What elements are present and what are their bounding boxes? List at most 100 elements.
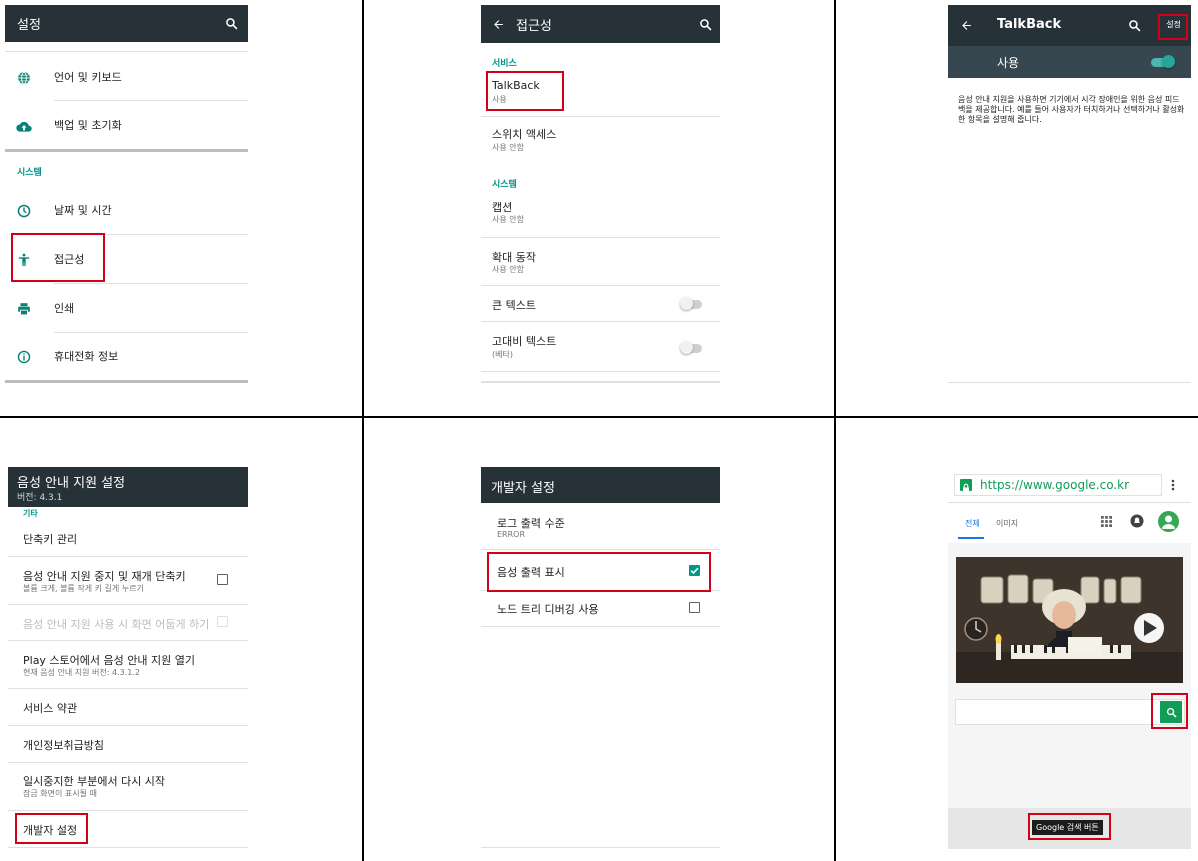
item-title: 노드 트리 디버깅 사용: [497, 603, 599, 616]
divider: [8, 556, 248, 557]
app-bar: 음성 안내 지원 설정 버전: 4.3.1: [8, 467, 248, 507]
back-arrow-icon[interactable]: [957, 16, 975, 34]
divider: [481, 371, 720, 372]
item-title: 단축키 관리: [23, 533, 78, 546]
menu-suspend-shortcut[interactable]: 음성 안내 지원 중지 및 재개 단축키 볼륨 크게, 볼륨 작게 키 길게 누…: [8, 558, 248, 603]
url-text: https://www.google.co.kr: [980, 478, 1130, 492]
settings-item-datetime[interactable]: 날짜 및 시간: [5, 187, 248, 233]
bottom-edge: [481, 847, 720, 848]
tab-active-indicator: [958, 537, 984, 539]
cloud-upload-icon: [16, 118, 32, 137]
item-title: 스위치 액세스: [492, 128, 557, 141]
suspend-shortcut-checkbox[interactable]: [217, 574, 228, 585]
search-input[interactable]: [956, 700, 1152, 724]
settings-item-backup[interactable]: 백업 및 초기화: [5, 102, 248, 148]
menu-terms-of-service[interactable]: 서비스 약관: [8, 690, 248, 725]
item-title: 캡션: [492, 201, 513, 214]
setting-log-level[interactable]: 로그 출력 수준 ERROR: [481, 505, 720, 545]
settings-item-label: 휴대전화 정보: [54, 350, 119, 363]
setting-captions[interactable]: 캡션 사용 안함: [481, 193, 720, 237]
menu-resume-from-suspend[interactable]: 일시중지한 부분에서 다시 시작 잠금 화면이 표시될 때: [8, 764, 248, 809]
settings-item-label: 인쇄: [54, 302, 75, 315]
accessibility-screen: 접근성 서비스 TalkBack 사용 스위치 액세스 사용 안함 시스템 캡션…: [481, 5, 720, 385]
setting-large-text[interactable]: 큰 텍스트: [481, 287, 720, 321]
settings-item-language[interactable]: 언어 및 키보드: [5, 55, 248, 101]
dim-screen-checkbox[interactable]: [217, 616, 228, 627]
grid-vertical-left: [362, 0, 364, 861]
highlight-box: [11, 233, 105, 282]
settings-item-about-phone[interactable]: 휴대전화 정보: [5, 334, 248, 380]
divider: [8, 688, 248, 689]
toggle-knob: [680, 297, 693, 310]
settings-item-print[interactable]: 인쇄: [5, 285, 248, 331]
node-tree-checkbox[interactable]: [689, 602, 700, 613]
settings-item-label: 언어 및 키보드: [54, 71, 122, 84]
search-icon[interactable]: [222, 14, 240, 32]
menu-open-play-store[interactable]: Play 스토어에서 음성 안내 지원 열기 현재 음성 안내 지원 버전: 4…: [8, 642, 248, 687]
item-value: ERROR: [497, 530, 526, 539]
bottom-edge: [948, 382, 1191, 383]
tab-all[interactable]: 전체: [965, 518, 980, 529]
large-text-toggle[interactable]: [680, 297, 704, 311]
app-bar: 개발자 설정: [481, 467, 720, 503]
high-contrast-toggle[interactable]: [680, 341, 704, 355]
apps-grid-icon[interactable]: [1100, 515, 1112, 527]
highlight-box: [1028, 813, 1111, 840]
bottom-edge: [5, 380, 248, 383]
settings-item-label: 날짜 및 시간: [54, 204, 112, 217]
service-switch-access[interactable]: 스위치 액세스 사용 안함: [481, 118, 720, 162]
divider: [8, 640, 248, 641]
info-icon: [17, 349, 31, 368]
back-arrow-icon[interactable]: [489, 15, 507, 33]
grid-horizontal: [0, 416, 1198, 418]
settings-item-label: 백업 및 초기화: [54, 119, 122, 132]
search-icon[interactable]: [696, 15, 714, 33]
item-title: 음성 안내 지원 사용 시 화면 어둡게 하기: [23, 618, 210, 631]
avatar[interactable]: [1158, 511, 1179, 532]
divider: [8, 604, 248, 605]
overflow-menu-icon[interactable]: [1169, 478, 1177, 492]
page-title: 설정: [17, 18, 41, 33]
highlight-box: [15, 813, 88, 844]
talkback-screen: TalkBack 설정 사용 음성 안내 지원을 사용하면 기기에서 시각 장애…: [948, 5, 1191, 385]
setting-high-contrast-text[interactable]: 고대비 텍스트 (베타): [481, 323, 720, 371]
section-divider: [5, 149, 248, 152]
talkback-switch[interactable]: [1151, 55, 1175, 69]
divider: [8, 725, 248, 726]
divider: [8, 810, 248, 811]
search-icon[interactable]: [1125, 16, 1143, 34]
globe-icon: [17, 70, 31, 89]
app-bar: TalkBack 설정: [948, 5, 1191, 46]
highlight-box: [1151, 693, 1188, 729]
setting-magnification[interactable]: 확대 동작 사용 안함: [481, 239, 720, 285]
notifications-icon[interactable]: [1130, 514, 1144, 528]
divider: [481, 321, 720, 322]
talkback-toggle-bar[interactable]: 사용: [948, 46, 1191, 78]
grid-vertical-right: [834, 0, 836, 861]
menu-dim-screen[interactable]: 음성 안내 지원 사용 시 화면 어둡게 하기: [8, 606, 248, 640]
page-title: 개발자 설정: [491, 481, 555, 496]
google-doodle-image[interactable]: [956, 557, 1183, 683]
divider: [481, 116, 720, 117]
item-title: 큰 텍스트: [492, 299, 536, 312]
divider: [8, 762, 248, 763]
item-subtitle: 현재 음성 안내 지원 버전: 4.3.1.2: [23, 668, 140, 677]
item-subtitle: 볼륨 크게, 볼륨 작게 키 길게 누르기: [23, 584, 144, 593]
highlight-box: [486, 71, 564, 111]
divider: [54, 283, 248, 284]
menu-privacy-policy[interactable]: 개인정보취급방침: [8, 727, 248, 762]
divider: [481, 237, 720, 238]
setting-node-tree-debugging[interactable]: 노드 트리 디버깅 사용: [481, 592, 720, 626]
toggle-knob: [1162, 55, 1175, 68]
bottom-edge: [481, 381, 720, 383]
toggle-knob: [680, 341, 693, 354]
item-subtitle: 잠금 화면이 표시될 때: [23, 789, 97, 798]
browser-address-bar: https://www.google.co.kr: [948, 467, 1191, 503]
toggle-label: 사용: [997, 56, 1020, 70]
google-tab-bar: 전체 이미지: [948, 503, 1191, 543]
url-field[interactable]: https://www.google.co.kr: [954, 474, 1162, 496]
tab-images[interactable]: 이미지: [996, 518, 1018, 529]
item-subtitle: (베타): [492, 350, 513, 359]
developer-settings-screen: 개발자 설정 로그 출력 수준 ERROR 음성 출력 표시 노드 트리 디버깅…: [481, 467, 720, 849]
menu-shortcut-management[interactable]: 단축키 관리: [8, 519, 248, 556]
